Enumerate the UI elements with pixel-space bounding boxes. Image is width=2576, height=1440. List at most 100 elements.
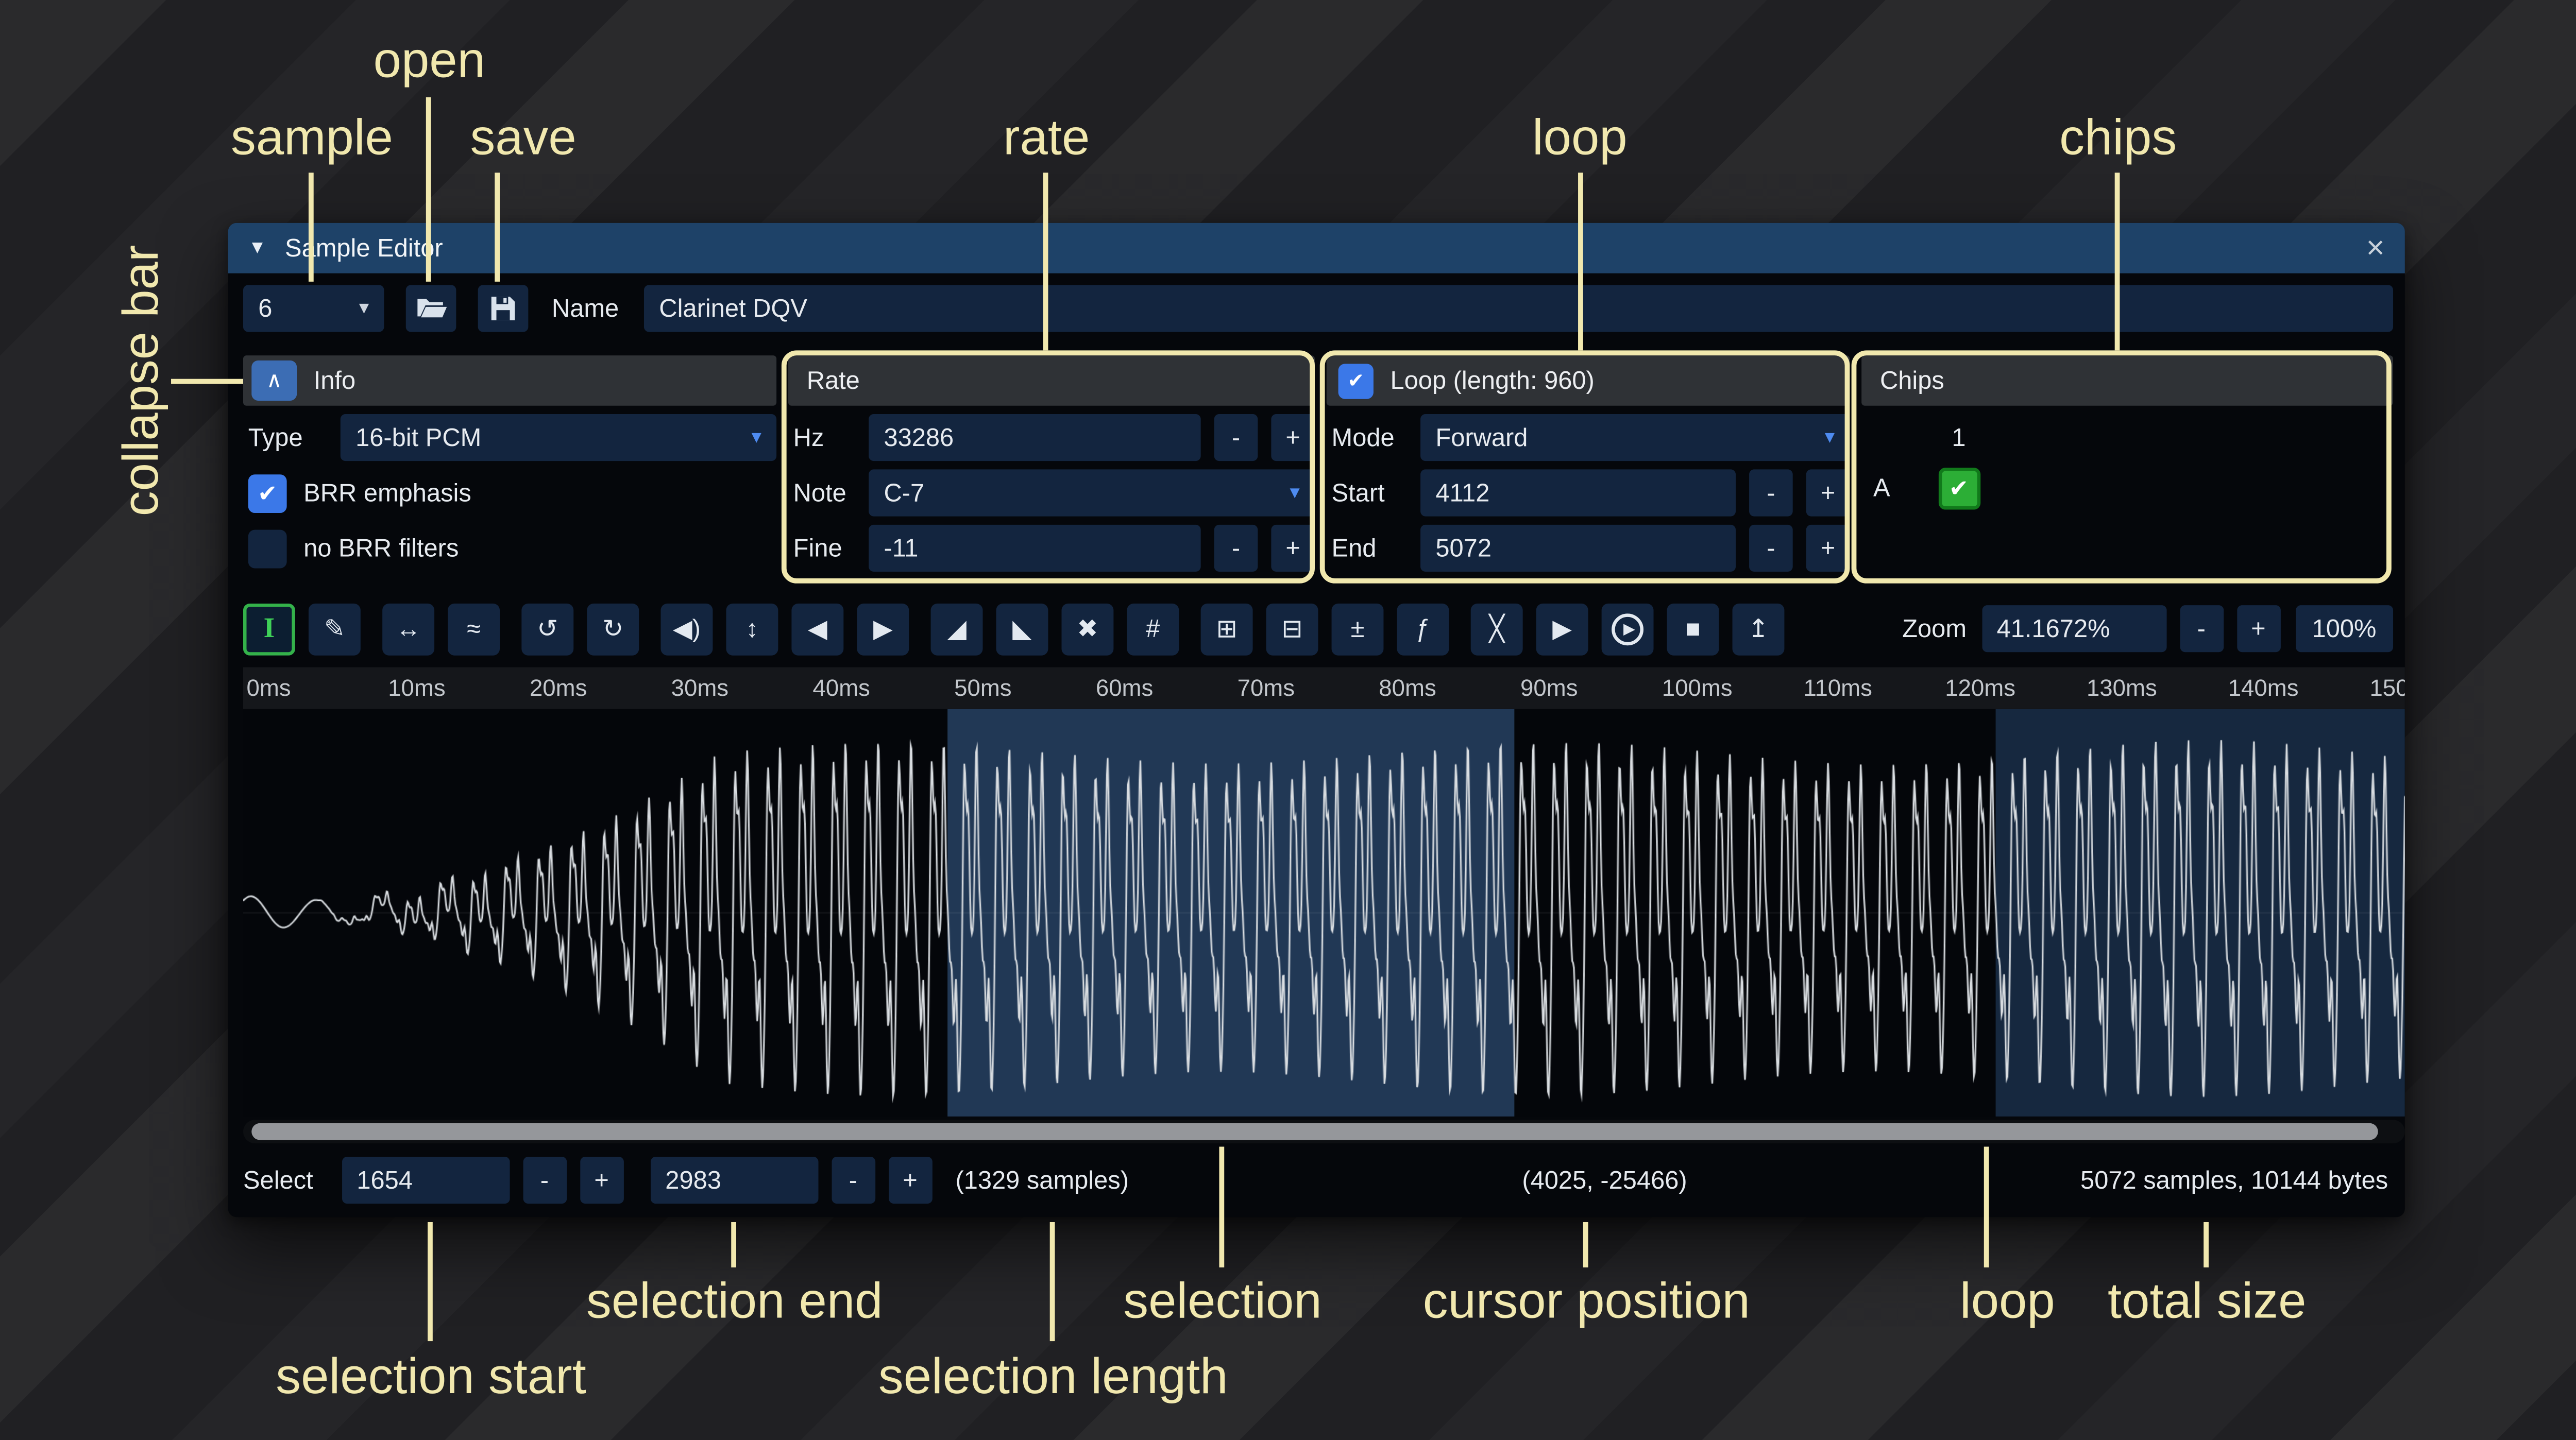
loop-panel-header: ✔ Loop (length: 960) xyxy=(1327,355,1850,406)
sign-button[interactable]: ± xyxy=(1332,603,1384,655)
crossfade-loop-button[interactable]: ╳ xyxy=(1471,603,1523,655)
chevron-down-icon: ▼ xyxy=(736,428,765,447)
loop-start-input[interactable]: 4112 xyxy=(1420,469,1736,516)
fine-decrement-button[interactable]: - xyxy=(1214,525,1258,572)
selection-start-decrement-button[interactable]: - xyxy=(523,1157,567,1204)
save-button[interactable] xyxy=(478,285,529,332)
type-dropdown[interactable]: 16-bit PCM ▼ xyxy=(341,414,776,461)
timeline-tick: 0ms xyxy=(246,674,291,701)
chips-panel: Chips 1 A ✔ xyxy=(1861,355,2393,581)
no-brr-filters-checkbox[interactable] xyxy=(248,529,287,568)
annotation-save-label: save xyxy=(470,111,576,168)
cursor-position-text: (4025, -25466) xyxy=(1522,1166,1687,1194)
trim-button[interactable]: # xyxy=(1127,603,1179,655)
insert-silence-button[interactable]: ⊞ xyxy=(1201,603,1253,655)
selection-end-increment-button[interactable]: + xyxy=(888,1157,932,1204)
timeline-tick: 130ms xyxy=(2087,674,2157,701)
undo-icon: ↺ xyxy=(537,613,558,644)
chip-column-label: 1 xyxy=(1952,423,1965,452)
brr-emphasis-checkbox[interactable]: ✔ xyxy=(248,474,287,512)
amplify-button[interactable]: ◀) xyxy=(661,603,713,655)
sample-selector[interactable]: 6 ▼ xyxy=(243,285,384,332)
preview-button[interactable]: ▶ xyxy=(1536,603,1588,655)
hz-increment-button[interactable]: + xyxy=(1271,414,1315,461)
zoom-in-button[interactable]: + xyxy=(2236,605,2280,652)
edit-draw-button[interactable]: ✎ xyxy=(309,603,361,655)
chip-enable-checkbox[interactable]: ✔ xyxy=(1938,467,1979,509)
annotation-selection-label: selection xyxy=(1123,1274,1321,1331)
timeline-tick: 100ms xyxy=(1662,674,1733,701)
rate-panel-header: Rate xyxy=(788,355,1315,406)
loop-end-increment-button[interactable]: + xyxy=(1806,525,1850,572)
zoom-reset-button[interactable]: 100% xyxy=(2295,605,2393,652)
undo-button[interactable]: ↺ xyxy=(521,603,573,655)
toolbar-buttons: I✎↔≈↺↻◀)↕◀▶◢◣✖#⊞⊟±ƒ╳▶▶■↥ xyxy=(243,603,1806,655)
annotation-selection-end-line xyxy=(731,1222,736,1267)
note-dropdown[interactable]: C-7 ▼ xyxy=(869,469,1315,516)
fade-in-button[interactable]: ◢ xyxy=(931,603,983,655)
type-dropdown-value: 16-bit PCM xyxy=(355,423,481,452)
loop-start-decrement-button[interactable]: - xyxy=(1749,469,1793,516)
annotation-save-line xyxy=(495,173,500,282)
preview-icon: ▶ xyxy=(1552,613,1572,644)
edit-select-button[interactable]: I xyxy=(243,603,295,655)
reverse-button[interactable]: ◀ xyxy=(791,603,843,655)
fine-input[interactable]: -11 xyxy=(869,525,1201,572)
fade-out-button[interactable]: ◣ xyxy=(996,603,1048,655)
filter-button[interactable]: ƒ xyxy=(1397,603,1449,655)
fine-increment-button[interactable]: + xyxy=(1271,525,1315,572)
loop-mode-label: Mode xyxy=(1327,423,1420,452)
loop-mode-dropdown[interactable]: Forward ▼ xyxy=(1420,414,1850,461)
collapse-bar-button[interactable]: ∧ xyxy=(251,361,297,401)
loop-end-input[interactable]: 5072 xyxy=(1420,525,1736,572)
open-button[interactable] xyxy=(406,285,456,332)
scrollbar-thumb[interactable] xyxy=(251,1123,2378,1140)
name-input[interactable]: Clarinet DQV xyxy=(644,285,2393,332)
redo-icon: ↻ xyxy=(602,613,623,644)
stop-button[interactable]: ■ xyxy=(1667,603,1719,655)
horizontal-scrollbar[interactable] xyxy=(243,1120,2405,1143)
delete-button[interactable]: ✖ xyxy=(1061,603,1113,655)
loop-enable-checkbox[interactable]: ✔ xyxy=(1338,363,1374,398)
desktop-background: ▼ Sample Editor × 6 ▼ xyxy=(0,0,2576,1440)
annotation-chips-label: chips xyxy=(2059,111,2177,168)
preview-note-button[interactable]: ▶ xyxy=(1602,603,1654,655)
selection-end-input[interactable]: 2983 xyxy=(650,1157,818,1204)
loop-start-increment-button[interactable]: + xyxy=(1806,469,1850,516)
waveform-canvas[interactable] xyxy=(243,709,2405,1117)
upload-to-chip-button[interactable]: ↥ xyxy=(1733,603,1785,655)
hz-input[interactable]: 33286 xyxy=(869,414,1201,461)
timeline-tick: 90ms xyxy=(1520,674,1578,701)
fine-label: Fine xyxy=(788,534,869,562)
timeline-ruler[interactable]: 0ms10ms20ms30ms40ms50ms60ms70ms80ms90ms1… xyxy=(243,667,2405,709)
zoom-input[interactable]: 41.1672% xyxy=(1981,605,2166,652)
close-icon[interactable]: × xyxy=(2366,232,2385,264)
titlebar[interactable]: ▼ Sample Editor × xyxy=(228,223,2405,273)
resample-button[interactable]: ≈ xyxy=(448,603,500,655)
info-header-title: Info xyxy=(314,366,355,395)
open-folder-icon xyxy=(415,295,447,322)
resize-button[interactable]: ↔ xyxy=(382,603,434,655)
timeline-tick: 110ms xyxy=(1804,674,1872,701)
waveform-display[interactable] xyxy=(243,709,2405,1117)
selection-start-input[interactable]: 1654 xyxy=(342,1157,510,1204)
timeline-tick: 140ms xyxy=(2228,674,2299,701)
apply-silence-icon: ⊟ xyxy=(1282,613,1303,644)
invert-button[interactable]: ▶ xyxy=(857,603,909,655)
resize-icon: ↔ xyxy=(396,614,421,643)
hz-decrement-button[interactable]: - xyxy=(1214,414,1258,461)
loop-mode-value: Forward xyxy=(1435,423,1528,452)
selection-start-increment-button[interactable]: + xyxy=(580,1157,623,1204)
window-collapse-icon[interactable]: ▼ xyxy=(248,238,266,258)
rate-panel: Rate Hz 33286 - + Note C-7 ▼ Fine xyxy=(788,355,1315,581)
selection-length-text: (1329 samples) xyxy=(955,1166,1129,1194)
toolbar-group: ╳▶▶■↥ xyxy=(1471,603,1785,655)
selection-end-decrement-button[interactable]: - xyxy=(832,1157,875,1204)
rate-header-title: Rate xyxy=(807,366,860,395)
apply-silence-button[interactable]: ⊟ xyxy=(1266,603,1318,655)
normalize-button[interactable]: ↕ xyxy=(726,603,778,655)
redo-button[interactable]: ↻ xyxy=(587,603,639,655)
zoom-out-button[interactable]: - xyxy=(2179,605,2223,652)
loop-end-decrement-button[interactable]: - xyxy=(1749,525,1793,572)
timeline-tick: 120ms xyxy=(1945,674,2015,701)
